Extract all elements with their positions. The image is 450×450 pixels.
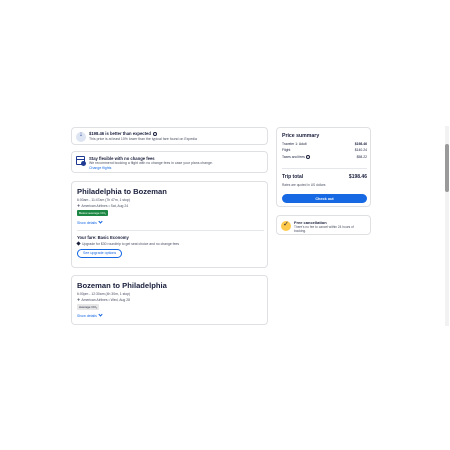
summary-row-label: Traveler 1: Adult bbox=[282, 142, 307, 146]
show-details-link[interactable]: Show details bbox=[77, 219, 103, 225]
checkmark-icon: ✓ bbox=[281, 221, 291, 231]
airline-logo-icon: ✈ bbox=[77, 203, 81, 208]
trip-total-value: $198.46 bbox=[348, 174, 367, 180]
price-summary-card: Price summary Traveler 1: Adult $198.46 … bbox=[276, 127, 371, 207]
divider bbox=[282, 168, 367, 169]
flexibility-card: Stay flexible with no change fees We rec… bbox=[71, 151, 268, 173]
flexibility-description: We recommend booking a flight with no ch… bbox=[89, 161, 213, 165]
show-details-link[interactable]: Show details bbox=[77, 312, 103, 318]
fare-title: Your fare: Basic Economy bbox=[77, 235, 129, 240]
summary-row-label: Flight bbox=[282, 148, 291, 152]
price-insight-card: ↓ $198.46 is better than expected This p… bbox=[71, 127, 268, 145]
arrow-down-icon: ↓ bbox=[76, 131, 86, 142]
price-insight-description: This price is at least 10% lower than th… bbox=[89, 137, 197, 141]
summary-row-value: $198.46 bbox=[354, 142, 367, 146]
trip-total-label: Trip total bbox=[282, 174, 304, 180]
change-flights-link[interactable]: Change flights bbox=[89, 166, 111, 170]
show-details-label: Show details bbox=[77, 221, 97, 225]
flight-times: 6:00pm - 12:30am (4h 30m, 1 stop) bbox=[77, 292, 131, 296]
outbound-flight-card: Philadelphia to Bozeman 6:00am - 11:47am… bbox=[71, 181, 268, 268]
info-icon[interactable] bbox=[305, 155, 310, 160]
calendar-badge-icon bbox=[81, 161, 86, 166]
check-out-button[interactable]: Check out bbox=[282, 194, 367, 203]
summary-row-value: $58.22 bbox=[356, 155, 367, 159]
flight-airline: American Airlines • Sat, Aug 24 bbox=[81, 204, 129, 208]
chevron-down-icon bbox=[98, 219, 103, 224]
summary-row-value: $140.24 bbox=[354, 148, 367, 152]
price-insight-title: $198.46 is better than expected bbox=[89, 131, 151, 136]
co2-badge: Average CO₂ bbox=[77, 304, 100, 310]
flight-airline: American Airlines • Wed, Aug 28 bbox=[81, 298, 130, 302]
free-cancellation-description: There's no fee to cancel within 24 hours… bbox=[294, 225, 354, 233]
chevron-down-icon bbox=[98, 312, 103, 317]
co2-badge: Below average CO₂ bbox=[77, 210, 109, 216]
tag-icon bbox=[76, 241, 81, 246]
return-flight-card: Bozeman to Philadelphia 6:00pm - 12:30am… bbox=[71, 275, 268, 325]
checkout-page: ↓ $198.46 is better than expected This p… bbox=[0, 124, 450, 326]
summary-row-label: Taxes and fees bbox=[282, 155, 305, 159]
fare-description: Upgrade for $30 roundtrip to get seat ch… bbox=[82, 242, 180, 246]
see-upgrade-options-button[interactable]: See upgrade options bbox=[77, 249, 123, 258]
flight-route-title: Bozeman to Philadelphia bbox=[77, 281, 167, 290]
divider bbox=[77, 230, 264, 231]
flight-route-title: Philadelphia to Bozeman bbox=[77, 187, 167, 196]
show-details-label: Show details bbox=[77, 314, 97, 318]
flight-times: 6:00am - 11:47am (7h 47m, 1 stop) bbox=[77, 198, 130, 202]
info-icon[interactable] bbox=[153, 131, 158, 136]
scrollbar-thumb[interactable] bbox=[445, 144, 449, 192]
price-summary-title: Price summary bbox=[282, 133, 320, 139]
free-cancellation-card: ✓ Free cancellation There's no fee to ca… bbox=[276, 215, 371, 235]
currency-note: Rates are quoted in US dollars bbox=[282, 183, 326, 187]
airline-logo-icon: ✈ bbox=[77, 297, 81, 302]
scrollbar[interactable] bbox=[445, 126, 449, 326]
